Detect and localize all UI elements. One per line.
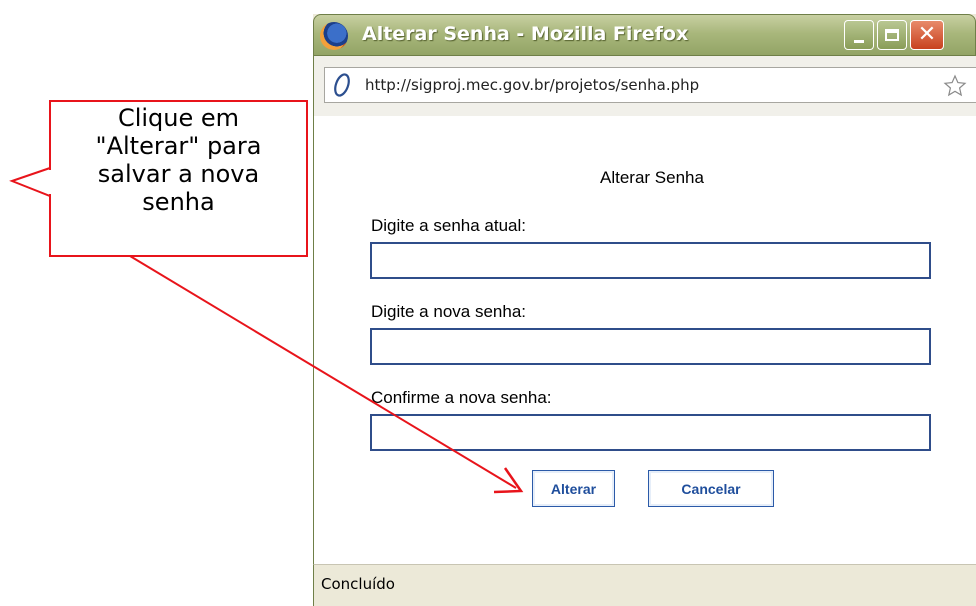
callout-line-2: "Alterar" para: [95, 132, 262, 160]
cancelar-button[interactable]: Cancelar: [648, 470, 774, 507]
maximize-button[interactable]: [877, 20, 907, 50]
callout-line-4: senha: [142, 188, 215, 216]
callout-text: Clique em "Alterar" para salvar a nova s…: [50, 104, 307, 216]
address-bar-area: http://sigproj.mec.gov.br/projetos/senha…: [313, 56, 976, 116]
close-icon: ✕: [917, 22, 937, 47]
page-content: Alterar Senha Digite a senha atual: Digi…: [313, 116, 976, 564]
close-button[interactable]: ✕: [910, 20, 944, 50]
form-title: Alterar Senha: [600, 168, 704, 187]
minimize-button[interactable]: [844, 20, 874, 50]
title-bar[interactable]: Alterar Senha - Mozilla Firefox ✕: [313, 14, 976, 56]
confirm-password-label: Confirme a nova senha:: [371, 388, 552, 407]
confirm-password-input[interactable]: [370, 414, 931, 451]
maximize-icon: [885, 29, 899, 41]
current-password-label: Digite a senha atual:: [371, 216, 526, 235]
minimize-icon: [854, 39, 864, 43]
callout-tail: [9, 166, 51, 198]
callout-line-1: Clique em: [117, 104, 240, 132]
browser-popup-window: Alterar Senha - Mozilla Firefox ✕ http:/…: [313, 14, 976, 606]
window-title: Alterar Senha - Mozilla Firefox: [362, 23, 689, 45]
address-bar[interactable]: http://sigproj.mec.gov.br/projetos/senha…: [324, 67, 976, 103]
page-icon: [334, 73, 350, 97]
status-text: Concluído: [321, 575, 395, 593]
alterar-button[interactable]: Alterar: [532, 470, 615, 507]
url-text: http://sigproj.mec.gov.br/projetos/senha…: [365, 76, 700, 94]
status-bar: Concluído: [313, 564, 976, 606]
new-password-input[interactable]: [370, 328, 931, 365]
callout-line-3: salvar a nova: [97, 160, 260, 188]
star-icon[interactable]: [943, 74, 967, 98]
new-password-label: Digite a nova senha:: [371, 302, 526, 321]
current-password-input[interactable]: [370, 242, 931, 279]
firefox-icon: [320, 22, 348, 50]
